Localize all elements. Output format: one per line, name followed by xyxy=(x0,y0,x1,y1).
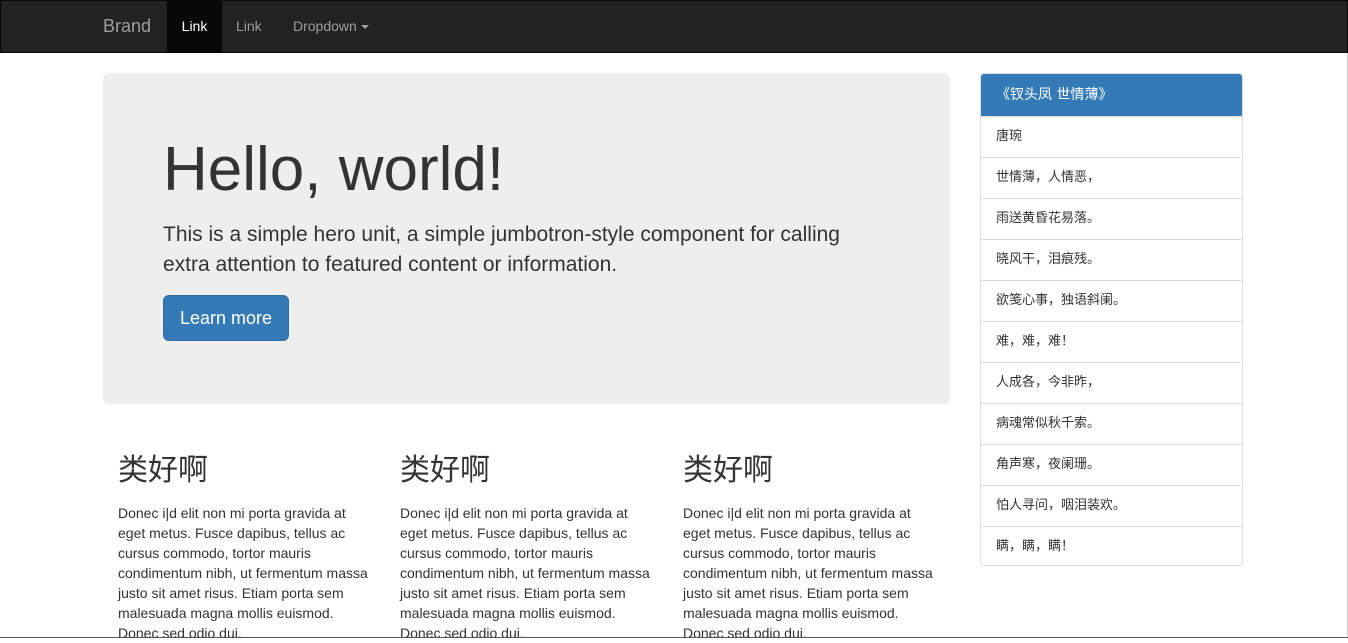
nav-dropdown-label: Dropdown xyxy=(293,18,357,34)
content-column: 类好啊 Donec i|d elit non mi porta gravida … xyxy=(400,449,655,643)
nav-dropdown[interactable]: Dropdown xyxy=(279,1,383,52)
jumbotron-heading: Hello, world! xyxy=(163,139,504,201)
column-text: Donec i|d elit non mi porta gravida at e… xyxy=(683,503,938,643)
list-item: 角声寒，夜阑珊。 xyxy=(981,444,1242,485)
content-column: 类好啊 Donec i|d elit non mi porta gravida … xyxy=(683,449,938,643)
poem-panel: 《钗头凤 世情薄》 唐琬 世情薄，人情恶， 雨送黄昏花易落。 晓风干，泪痕残。 … xyxy=(980,73,1243,566)
top-navbar: Brand Link Link Dropdown xyxy=(0,0,1348,53)
column-heading: 类好啊 xyxy=(118,449,373,493)
jumbotron-text: This is a simple hero unit, a simple jum… xyxy=(163,220,863,280)
column-heading: 类好啊 xyxy=(683,449,938,493)
column-heading: 类好啊 xyxy=(400,449,655,493)
list-item: 雨送黄昏花易落。 xyxy=(981,198,1242,239)
brand-link[interactable]: Brand xyxy=(103,1,151,52)
nav-link-active[interactable]: Link xyxy=(167,1,222,52)
list-item: 唐琬 xyxy=(981,116,1242,157)
list-item: 晓风干，泪痕残。 xyxy=(981,239,1242,280)
jumbotron: Hello, world! This is a simple hero unit… xyxy=(103,73,950,404)
list-item: 怕人寻问，咽泪装欢。 xyxy=(981,485,1242,526)
nav-link[interactable]: Link xyxy=(222,1,276,52)
learn-more-button[interactable]: Learn more xyxy=(163,295,289,341)
column-text: Donec i|d elit non mi porta gravida at e… xyxy=(400,503,655,643)
list-item: 世情薄，人情恶， xyxy=(981,157,1242,198)
column-text: Donec i|d elit non mi porta gravida at e… xyxy=(118,503,373,643)
content-column: 类好啊 Donec i|d elit non mi porta gravida … xyxy=(118,449,373,643)
list-item: 病魂常似秋千索。 xyxy=(981,403,1242,444)
caret-down-icon xyxy=(361,25,369,29)
list-item: 欲笺心事，独语斜阑。 xyxy=(981,280,1242,321)
list-item: 难，难，难！ xyxy=(981,321,1242,362)
panel-title: 《钗头凤 世情薄》 xyxy=(981,74,1242,116)
list-item: 人成各，今非昨， xyxy=(981,362,1242,403)
list-item: 瞒，瞒，瞒！ xyxy=(981,526,1242,566)
